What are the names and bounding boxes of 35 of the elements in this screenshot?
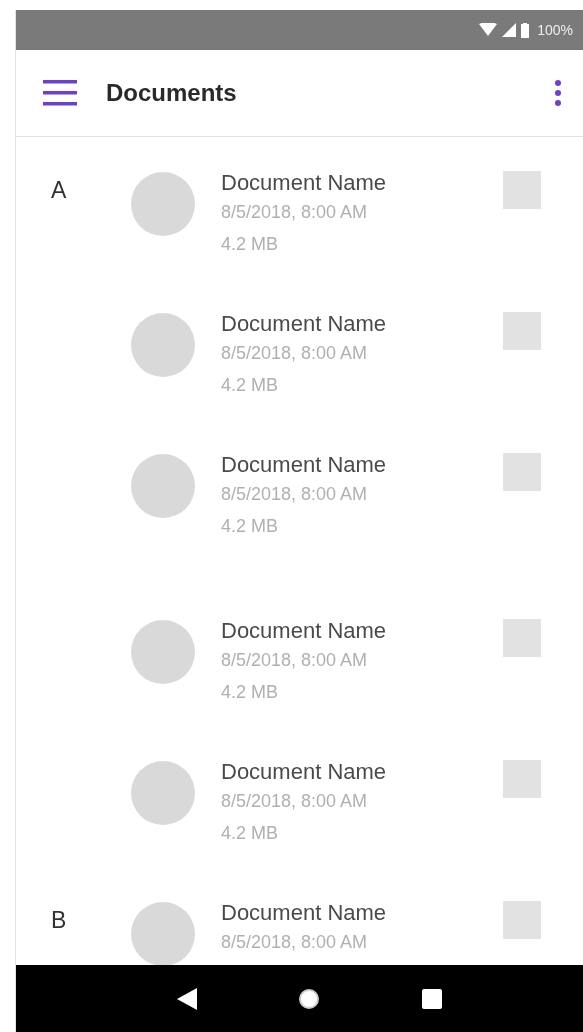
document-name: Document Name xyxy=(221,452,387,478)
document-name: Document Name xyxy=(221,759,387,785)
section-letter: B xyxy=(51,907,67,934)
app-title: Documents xyxy=(106,79,238,107)
select-checkbox[interactable] xyxy=(503,171,541,209)
select-checkbox[interactable] xyxy=(503,901,541,939)
battery-level: 100% xyxy=(537,22,573,38)
document-date: 8/5/2018, 8:00 AM xyxy=(221,790,368,813)
document-date: 8/5/2018, 8:00 AM xyxy=(221,931,368,954)
document-size: 4.2 MB xyxy=(221,822,279,845)
select-checkbox[interactable] xyxy=(503,619,541,657)
wifi-icon xyxy=(479,23,498,37)
document-date: 8/5/2018, 8:00 AM xyxy=(221,483,368,506)
recents-icon[interactable] xyxy=(420,987,443,1010)
document-size: 4.2 MB xyxy=(221,681,279,704)
menu-icon[interactable] xyxy=(43,80,77,106)
document-date: 8/5/2018, 8:00 AM xyxy=(221,342,368,365)
document-size: 4.2 MB xyxy=(221,233,279,256)
battery-icon xyxy=(521,22,530,38)
back-icon[interactable] xyxy=(176,987,199,1010)
document-date: 8/5/2018, 8:00 AM xyxy=(221,649,368,672)
home-icon[interactable] xyxy=(298,987,321,1010)
more-options-icon[interactable] xyxy=(555,80,561,106)
select-checkbox[interactable] xyxy=(503,312,541,350)
document-date: 8/5/2018, 8:00 AM xyxy=(221,201,368,224)
document-name: Document Name xyxy=(221,618,387,644)
document-size: 4.2 MB xyxy=(221,515,279,538)
signal-icon xyxy=(502,23,517,37)
document-name: Document Name xyxy=(221,170,387,196)
document-size: 4.2 MB xyxy=(221,374,279,397)
document-name: Document Name xyxy=(221,311,387,337)
select-checkbox[interactable] xyxy=(503,453,541,491)
select-checkbox[interactable] xyxy=(503,760,541,798)
section-letter: A xyxy=(51,177,67,204)
document-name: Document Name xyxy=(221,900,387,926)
